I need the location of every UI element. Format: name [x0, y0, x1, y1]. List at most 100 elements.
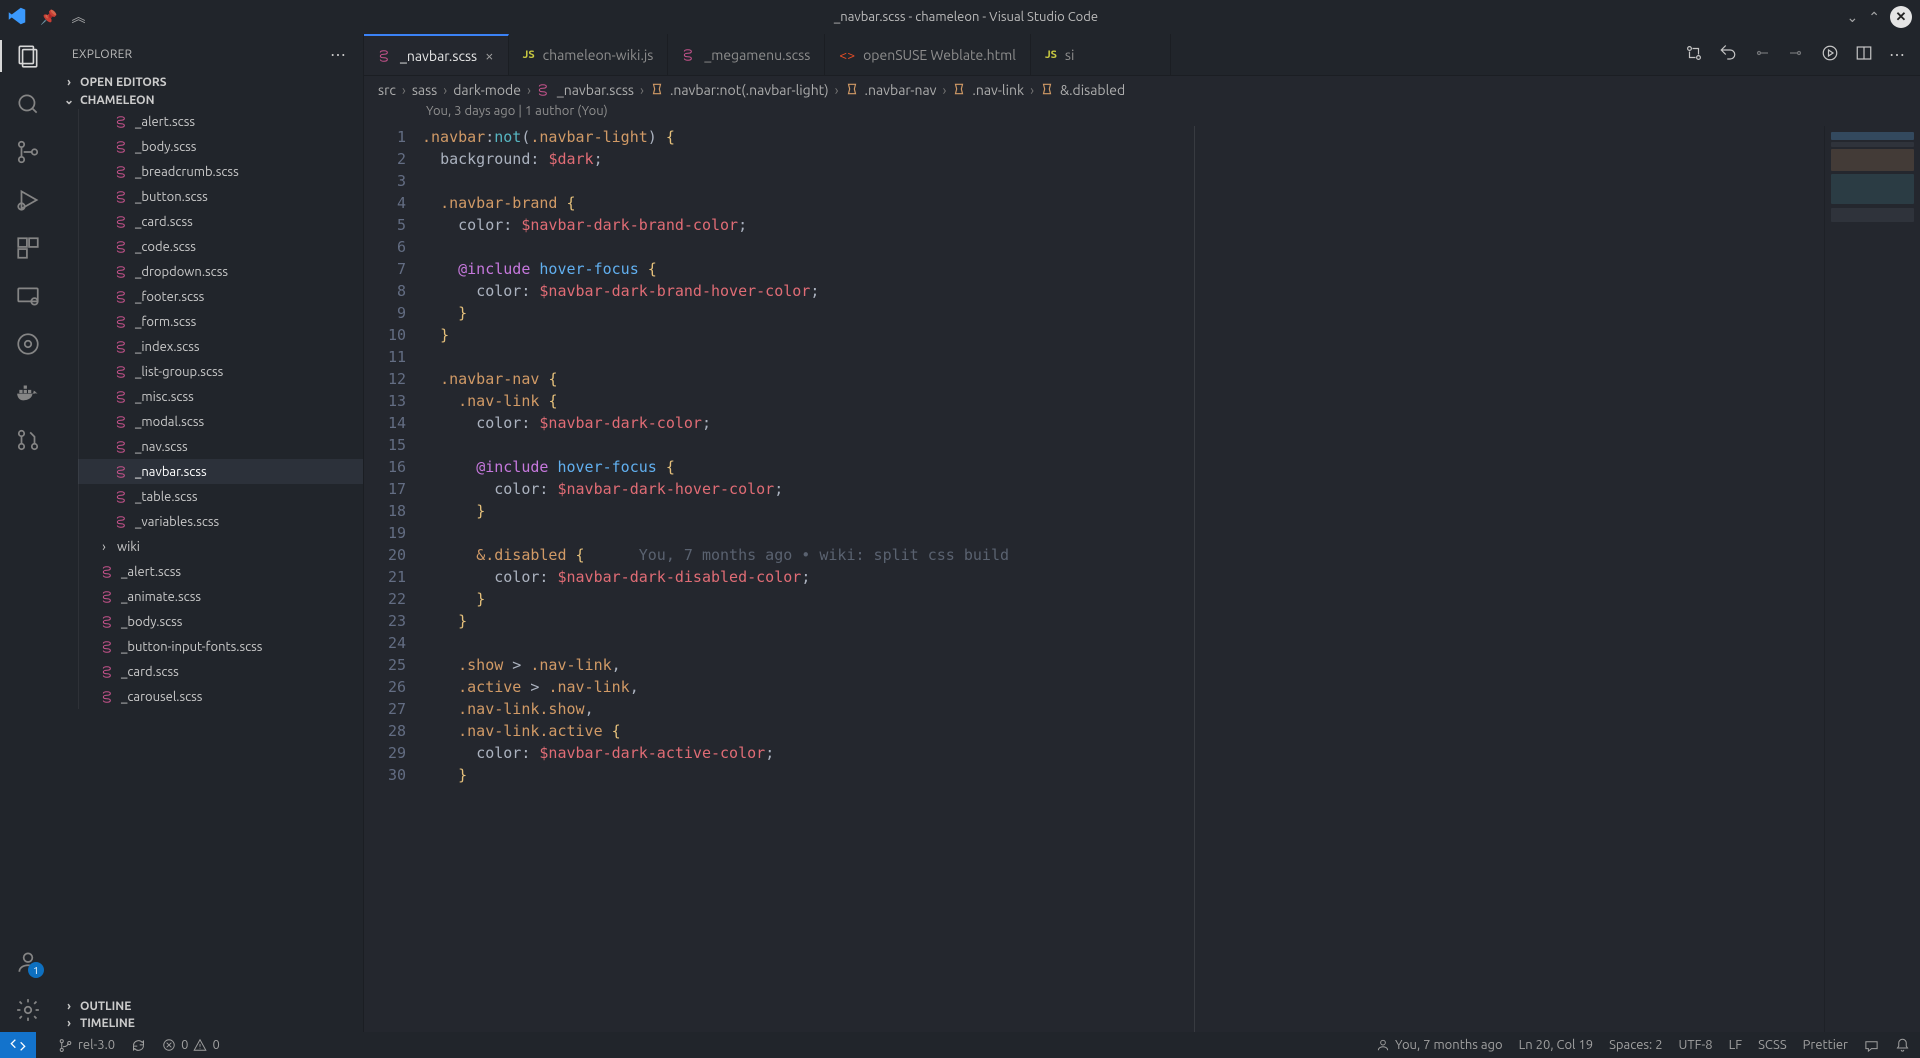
file-item[interactable]: _carousel.scss	[78, 684, 363, 709]
accounts-icon[interactable]: 1	[14, 948, 42, 976]
search-icon[interactable]	[14, 90, 42, 118]
status-sync-icon[interactable]	[131, 1038, 146, 1053]
file-item[interactable]: _table.scss	[78, 484, 363, 509]
breadcrumb-item[interactable]: sass	[412, 82, 437, 98]
extensions-icon[interactable]	[14, 234, 42, 262]
breadcrumb-item[interactable]: .navbar-nav	[865, 82, 937, 98]
file-item[interactable]: _misc.scss	[78, 384, 363, 409]
run-icon[interactable]	[1821, 44, 1839, 65]
breadcrumb-item[interactable]: .navbar:not(.navbar-light)	[670, 82, 829, 98]
file-item[interactable]: _variables.scss	[78, 509, 363, 534]
tab[interactable]: JSsi	[1031, 34, 1171, 75]
settings-gear-icon[interactable]	[14, 996, 42, 1024]
breadcrumbs[interactable]: src›sass›dark-mode›_navbar.scss›.navbar:…	[364, 76, 1920, 104]
breadcrumb-item[interactable]: dark-mode	[453, 82, 521, 98]
folder-item[interactable]: ›wiki	[78, 534, 363, 559]
status-bell-icon[interactable]	[1895, 1038, 1910, 1053]
close-icon[interactable]: ✕	[1890, 6, 1912, 28]
scss-icon	[115, 165, 129, 179]
split-editor-icon[interactable]	[1855, 44, 1873, 65]
file-item[interactable]: _alert.scss	[78, 109, 363, 134]
file-item[interactable]: _code.scss	[78, 234, 363, 259]
status-spaces[interactable]: Spaces: 2	[1609, 1038, 1662, 1052]
file-item[interactable]: _navbar.scss	[78, 459, 363, 484]
run-debug-icon[interactable]	[14, 186, 42, 214]
section-timeline[interactable]: › TIMELINE	[56, 1015, 363, 1032]
tab-label: openSUSE Weblate.html	[863, 47, 1016, 63]
file-item[interactable]: _form.scss	[78, 309, 363, 334]
sidebar-more-icon[interactable]: ⋯	[330, 45, 347, 64]
pull-requests-icon[interactable]	[14, 426, 42, 454]
file-item[interactable]: _body.scss	[78, 134, 363, 159]
tab[interactable]: <>openSUSE Weblate.html	[825, 34, 1031, 75]
status-encoding[interactable]: UTF-8	[1679, 1038, 1713, 1052]
error-count: 0	[181, 1038, 188, 1052]
file-name: _body.scss	[121, 615, 182, 629]
status-prettier[interactable]: Prettier	[1803, 1038, 1848, 1052]
sidebar-explorer: EXPLORER ⋯ › OPEN EDITORS ⌄ CHAMELEON _a…	[56, 34, 364, 1032]
scss-icon	[115, 365, 129, 379]
revert-icon[interactable]	[1719, 44, 1737, 65]
scss-icon	[115, 490, 129, 504]
file-item[interactable]: _footer.scss	[78, 284, 363, 309]
file-item[interactable]: _card.scss	[78, 659, 363, 684]
tab[interactable]: _megamenu.scss	[668, 34, 825, 75]
scss-icon	[115, 140, 129, 154]
close-icon[interactable]: ×	[485, 47, 493, 64]
status-cursor[interactable]: Ln 20, Col 19	[1519, 1038, 1593, 1052]
file-item[interactable]: _animate.scss	[78, 584, 363, 609]
file-item[interactable]: _dropdown.scss	[78, 259, 363, 284]
status-problems[interactable]: 0 0	[162, 1038, 220, 1052]
tab-more-icon[interactable]: ⋯	[1889, 45, 1906, 64]
tab[interactable]: _navbar.scss×	[364, 34, 509, 75]
docker-icon[interactable]	[14, 378, 42, 406]
chevron-down-icon[interactable]: ⌄	[1847, 9, 1859, 26]
section-project[interactable]: ⌄ CHAMELEON	[56, 91, 363, 109]
scss-icon	[101, 640, 115, 654]
file-item[interactable]: _list-group.scss	[78, 359, 363, 384]
prev-change-icon[interactable]	[1753, 44, 1771, 65]
file-item[interactable]: _alert.scss	[78, 559, 363, 584]
status-branch[interactable]: rel-3.0	[58, 1038, 115, 1053]
scss-icon	[115, 340, 129, 354]
file-item[interactable]: _index.scss	[78, 334, 363, 359]
minimap[interactable]	[1824, 126, 1920, 1032]
file-item[interactable]: _modal.scss	[78, 409, 363, 434]
pin-icon[interactable]: 📌	[40, 9, 57, 26]
scss-icon	[115, 190, 129, 204]
remote-indicator-icon[interactable]	[0, 1032, 36, 1058]
explorer-icon[interactable]	[14, 42, 42, 70]
status-blame[interactable]: You, 7 months ago	[1376, 1038, 1503, 1052]
file-item[interactable]: _button-input-fonts.scss	[78, 634, 363, 659]
source-control-icon[interactable]	[14, 138, 42, 166]
section-open-editors[interactable]: › OPEN EDITORS	[56, 74, 363, 91]
breadcrumb-sep: ›	[1030, 82, 1034, 98]
file-item[interactable]: _body.scss	[78, 609, 363, 634]
tab-label: chameleon-wiki.js	[543, 47, 654, 63]
remote-explorer-icon[interactable]	[14, 282, 42, 310]
scss-icon	[115, 440, 129, 454]
file-item[interactable]: _card.scss	[78, 209, 363, 234]
breadcrumb-item[interactable]: &.disabled	[1060, 82, 1125, 98]
compare-icon[interactable]	[1685, 44, 1703, 65]
next-change-icon[interactable]	[1787, 44, 1805, 65]
gitlens-icon[interactable]	[14, 330, 42, 358]
status-eol[interactable]: LF	[1729, 1038, 1742, 1052]
file-tree[interactable]: _alert.scss_body.scss_breadcrumb.scss_bu…	[56, 109, 363, 998]
section-outline[interactable]: › OUTLINE	[56, 998, 363, 1015]
chevron-up-icon[interactable]: ⌃	[1868, 9, 1880, 26]
code-editor[interactable]: 1234567891011121314151617181920212223242…	[364, 126, 1824, 1032]
breadcrumb-item[interactable]: src	[378, 82, 396, 98]
file-item[interactable]: _breadcrumb.scss	[78, 159, 363, 184]
file-name: _carousel.scss	[121, 690, 202, 704]
status-language[interactable]: SCSS	[1758, 1038, 1787, 1052]
window-title: _navbar.scss - chameleon - Visual Studio…	[85, 10, 1846, 24]
breadcrumb-item[interactable]: .nav-link	[972, 82, 1024, 98]
breadcrumb-item[interactable]: _navbar.scss	[557, 82, 634, 98]
tab[interactable]: JSchameleon-wiki.js	[509, 34, 669, 75]
codelens-authors[interactable]: You, 3 days ago | 1 author (You)	[364, 104, 1920, 126]
status-feedback-icon[interactable]	[1864, 1038, 1879, 1053]
file-item[interactable]: _button.scss	[78, 184, 363, 209]
chevron-double-up-icon[interactable]: ︽	[71, 7, 85, 27]
file-item[interactable]: _nav.scss	[78, 434, 363, 459]
